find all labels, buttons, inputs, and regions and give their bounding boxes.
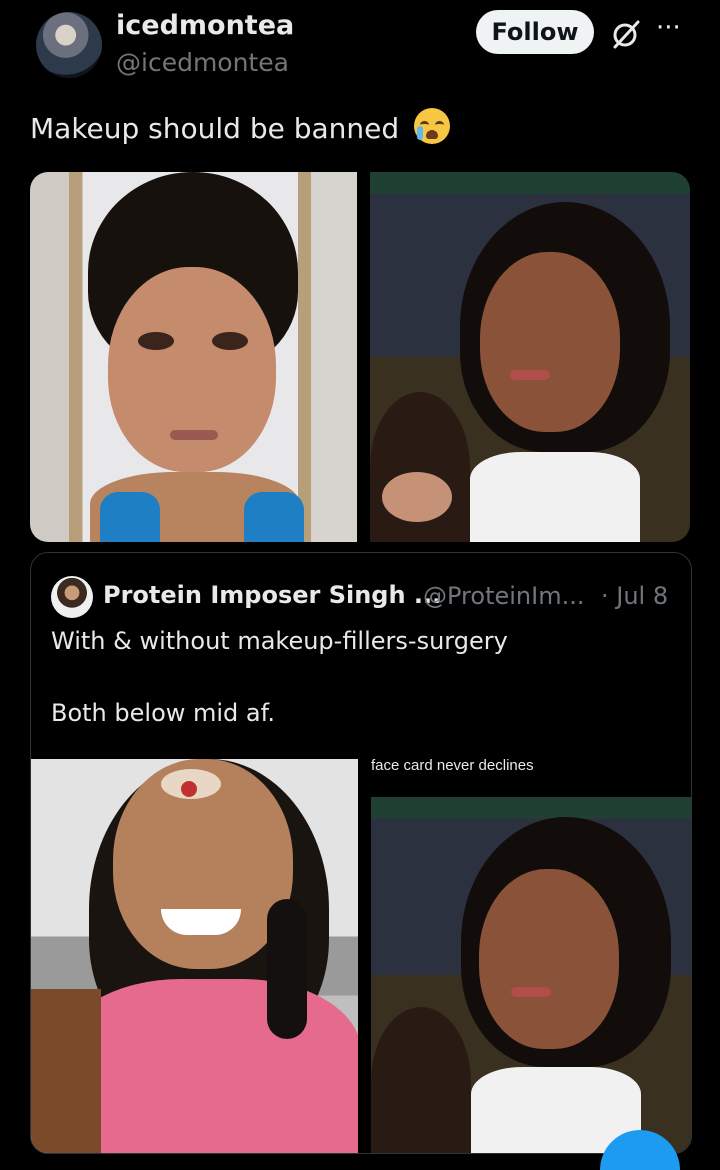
more-horizontal-icon[interactable]: ···	[656, 15, 692, 41]
follow-button[interactable]: Follow	[476, 10, 594, 54]
media-photo-no-makeup[interactable]	[30, 172, 357, 542]
author-handle[interactable]: @icedmontea	[116, 48, 289, 77]
quoted-tweet-text-line1: With & without makeup-fillers-surgery	[51, 627, 508, 655]
quoted-author-handle[interactable]: @ProteinIm...	[423, 582, 584, 610]
quoted-tweet-date[interactable]: · Jul 8	[601, 582, 668, 610]
tweet-text: Makeup should be banned	[30, 108, 451, 145]
author-display-name[interactable]: icedmontea	[116, 10, 294, 41]
tweet-media-grid	[30, 172, 690, 542]
tweet-text-body: Makeup should be banned	[30, 112, 400, 145]
quoted-author-name[interactable]: Protein Imposer Singh ...	[103, 581, 441, 609]
quoted-tweet-text-line2: Both below mid af.	[51, 699, 275, 727]
quoted-tweet[interactable]: Protein Imposer Singh ... @ProteinIm... …	[30, 552, 692, 1154]
quoted-author-avatar[interactable]	[51, 576, 93, 618]
quoted-media-caption: face card never declines	[371, 757, 534, 774]
grok-icon[interactable]	[610, 18, 642, 50]
quoted-media-photo-makeup[interactable]	[371, 797, 691, 1153]
media-photo-with-makeup[interactable]	[370, 172, 690, 542]
author-avatar[interactable]	[36, 12, 102, 78]
quoted-media-photo-smiling[interactable]	[31, 759, 358, 1153]
loudly-crying-face-emoji-icon	[414, 108, 451, 144]
